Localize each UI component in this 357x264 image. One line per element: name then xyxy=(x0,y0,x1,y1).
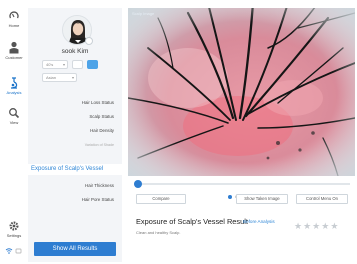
ethnicity-select-value: Asian xyxy=(46,75,57,80)
user-name: sook Kim xyxy=(61,48,89,55)
gender-option-left[interactable] xyxy=(72,60,83,69)
view-icon xyxy=(9,108,20,119)
camera-badge-icon[interactable] xyxy=(85,37,93,45)
chevron-down-icon: ▾ xyxy=(62,62,65,67)
rating-stars: ★★★★★ xyxy=(294,216,339,234)
analysis-sidebar: sook Kim 40's ▾ Asian ▾ Hair Loss Status… xyxy=(28,8,122,262)
star-icon[interactable]: ★ xyxy=(294,221,302,231)
star-icon[interactable]: ★ xyxy=(303,221,311,231)
gender-option-right[interactable] xyxy=(87,60,98,69)
scalp-microscope-image: Scalp Image xyxy=(128,8,355,176)
menu-item-hair-density[interactable]: Hair Density xyxy=(28,128,114,133)
nav-label-home: Home xyxy=(8,23,20,28)
star-icon[interactable]: ★ xyxy=(330,221,338,231)
image-timeline-slider[interactable] xyxy=(134,180,350,188)
nav-item-customer[interactable]: Customer xyxy=(2,41,26,60)
star-icon[interactable]: ★ xyxy=(312,221,320,231)
compare-button[interactable]: Compare xyxy=(136,194,186,204)
ethnicity-select[interactable]: Asian ▾ xyxy=(42,73,77,82)
star-icon[interactable]: ★ xyxy=(321,221,329,231)
menu-item-exposure-of-scalps-vessel[interactable]: Exposure of Scalp's Vessel xyxy=(28,164,122,175)
show-taken-image-button[interactable]: Show Taken Image xyxy=(236,194,288,204)
chevron-down-icon: ▾ xyxy=(71,75,74,80)
show-all-results-button[interactable]: Show All Results xyxy=(34,242,116,256)
age-select[interactable]: 40's ▾ xyxy=(42,60,68,69)
result-title: Exposure of Scalp's Vessel Result xyxy=(136,217,248,226)
control-menu-button[interactable]: Control Menu On xyxy=(296,194,348,204)
slider-handle[interactable] xyxy=(134,180,142,188)
status-icons xyxy=(2,248,26,254)
legend-dot-icon xyxy=(228,195,232,199)
before-analysis-link[interactable]: Before Analysis xyxy=(243,219,275,224)
home-icon xyxy=(9,11,19,19)
nav-rail: Home Customer Analysis View Settings xyxy=(2,8,26,262)
nav-label-customer: Customer xyxy=(5,55,23,60)
analysis-icon xyxy=(11,77,18,89)
nav-item-analysis[interactable]: Analysis xyxy=(2,76,26,95)
battery-icon xyxy=(15,248,22,254)
age-select-value: 40's xyxy=(46,62,54,67)
image-tag: Scalp Image xyxy=(132,11,155,16)
nav-label-view: View xyxy=(9,120,19,125)
result-description: Clean and healthy Scalp. xyxy=(136,230,181,235)
menu-item-hair-thickness[interactable]: Hair Thickness xyxy=(28,183,114,188)
nav-label-analysis: Analysis xyxy=(6,90,22,95)
settings-icon xyxy=(9,221,19,231)
nav-label-settings: Settings xyxy=(6,233,22,238)
nav-item-home[interactable]: Home xyxy=(2,10,26,28)
app-window: Home Customer Analysis View Settings soo… xyxy=(0,0,357,264)
scalp-image-render xyxy=(128,8,355,176)
customer-icon xyxy=(9,41,19,54)
menu-item-variation-of-shade[interactable]: Variation of Shade xyxy=(28,143,114,147)
nav-item-settings[interactable]: Settings xyxy=(2,220,26,238)
wifi-icon xyxy=(5,248,22,254)
menu-item-hair-loss-status[interactable]: Hair Loss Status xyxy=(28,100,114,105)
menu-item-hair-pore-status[interactable]: Hair Pore Status xyxy=(28,197,114,202)
nav-item-view[interactable]: View xyxy=(2,107,26,125)
menu-item-scalp-status[interactable]: Scalp Status xyxy=(28,114,114,119)
slider-track xyxy=(134,183,350,185)
